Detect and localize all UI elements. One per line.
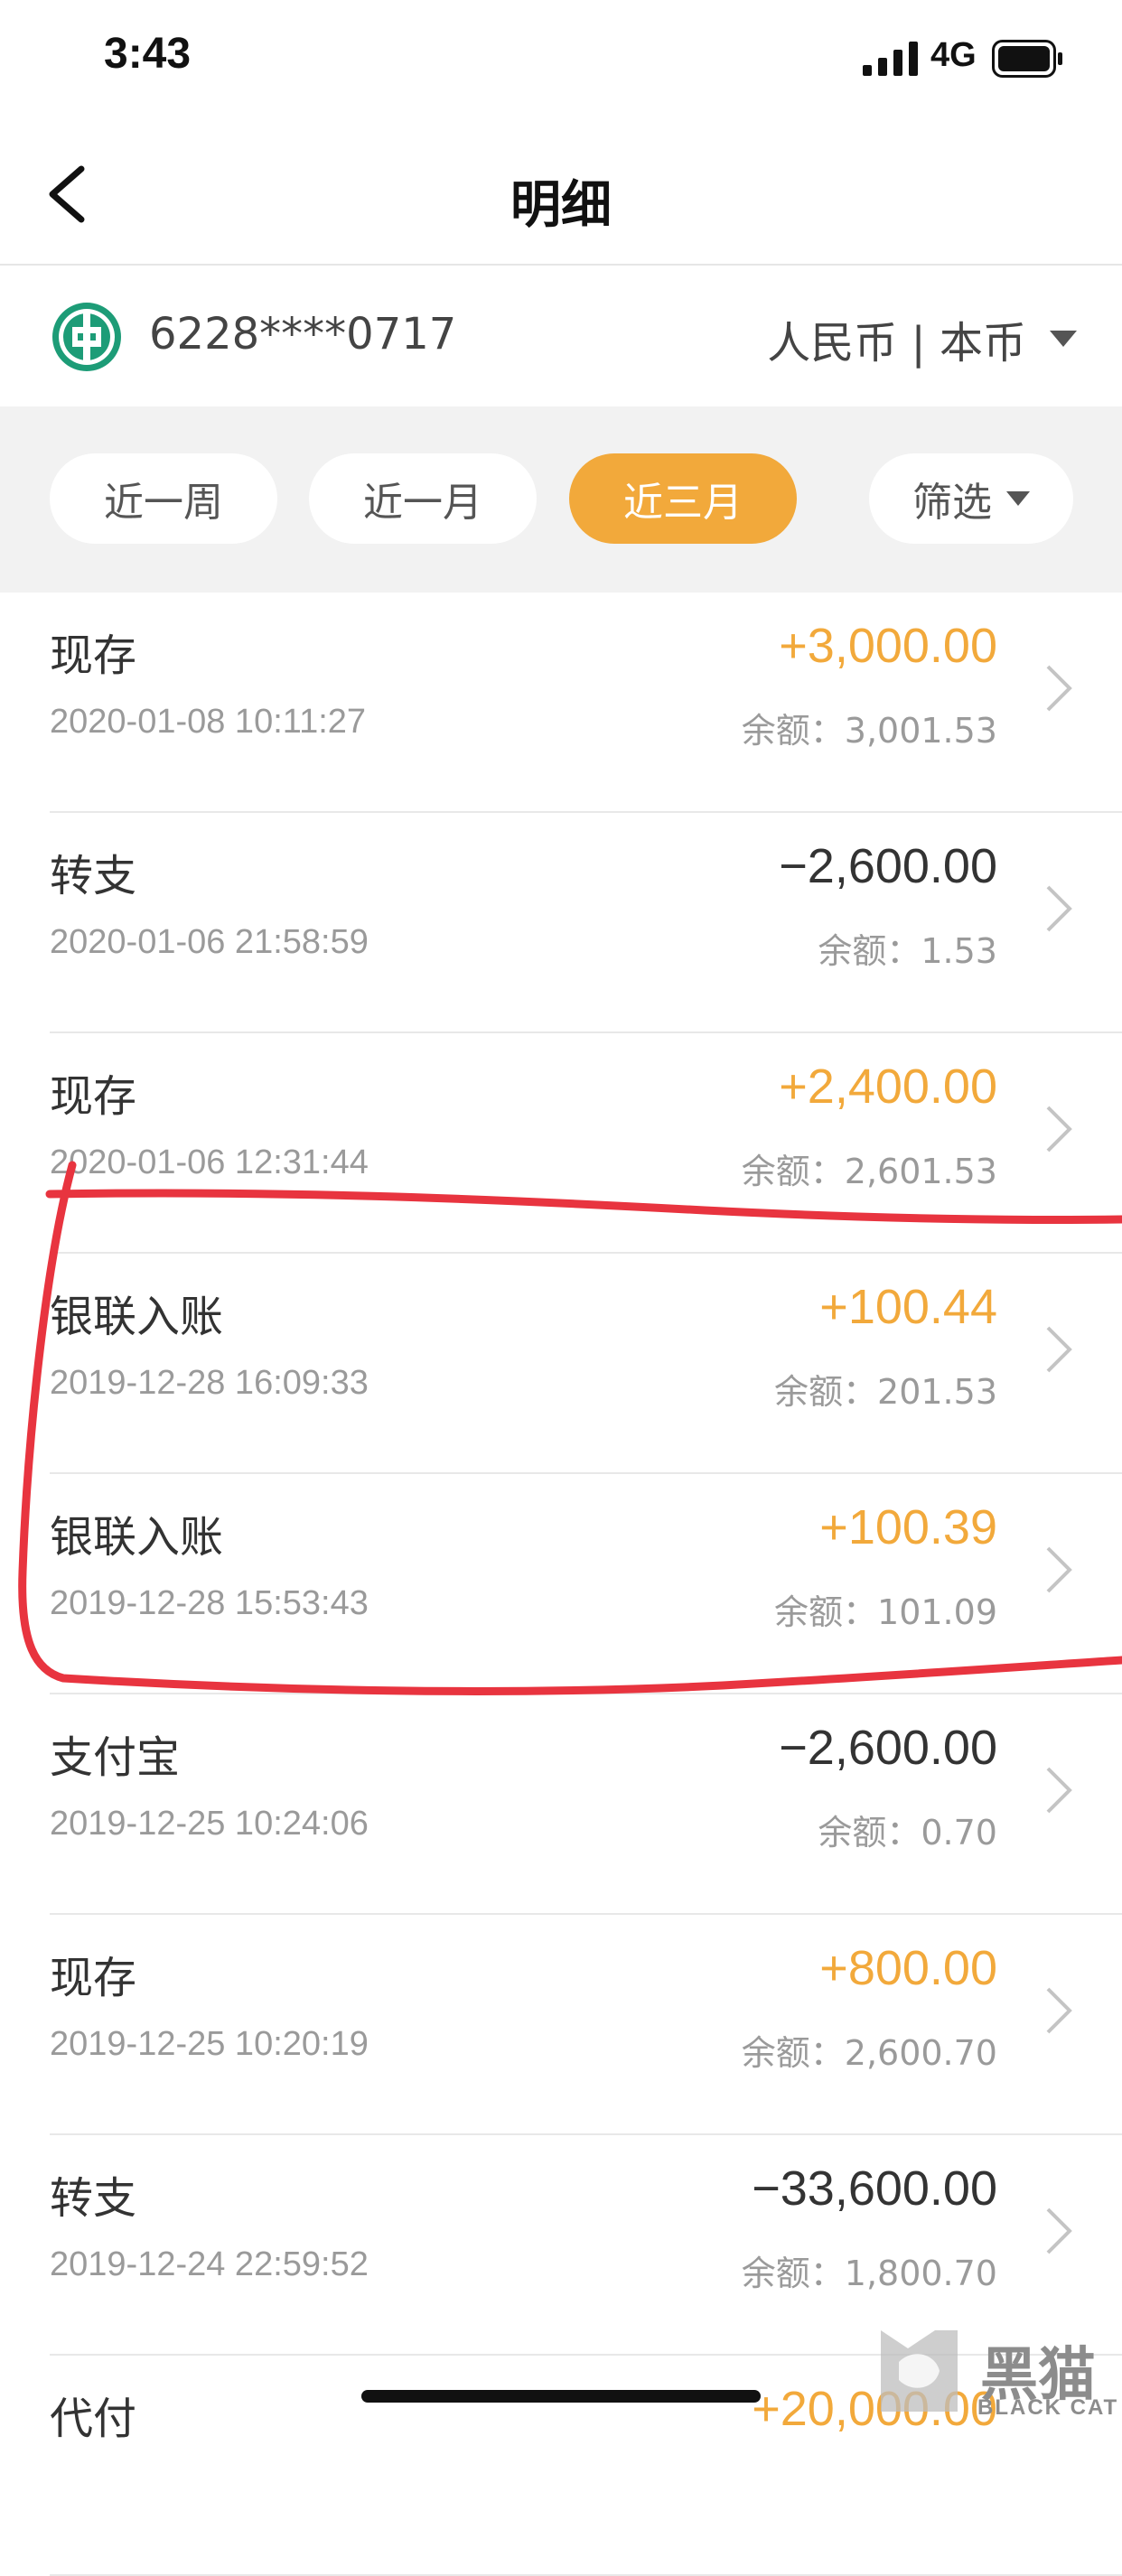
transaction-amount: −2,600.00 xyxy=(779,839,997,893)
chevron-right-icon xyxy=(1046,1987,1072,2034)
transaction-amount: −33,600.00 xyxy=(752,2161,997,2216)
transaction-time: 2020-01-06 21:58:59 xyxy=(50,923,369,961)
transaction-time: 2019-12-28 15:53:43 xyxy=(50,1584,369,1622)
chevron-right-icon xyxy=(1046,1106,1072,1153)
home-indicator xyxy=(361,2390,761,2403)
transaction-balance: 余额：3,001.53 xyxy=(741,711,997,751)
page-title: 明细 xyxy=(510,176,612,235)
transaction-amount: +3,000.00 xyxy=(779,619,997,673)
transaction-time: 2019-12-24 22:59:52 xyxy=(50,2245,369,2283)
signal-icon xyxy=(863,42,918,76)
chevron-right-icon xyxy=(1046,1767,1072,1814)
chevron-right-icon xyxy=(1046,1546,1072,1593)
transaction-time: 2020-01-06 12:31:44 xyxy=(50,1143,369,1181)
transaction-time: 2019-12-28 16:09:33 xyxy=(50,1364,369,1402)
transaction-type: 代付 xyxy=(50,2394,137,2444)
caret-down-icon xyxy=(1050,331,1077,347)
filter-last-month[interactable]: 近一月 xyxy=(309,453,537,544)
transaction-type: 现存 xyxy=(50,630,137,681)
network-label: 4G xyxy=(930,36,977,74)
transaction-type: 现存 xyxy=(50,1953,137,2003)
chevron-right-icon xyxy=(1046,665,1072,712)
transaction-balance: 余额：2,600.70 xyxy=(741,2033,997,2073)
transaction-time: 2019-12-25 10:20:19 xyxy=(50,2025,369,2063)
filter-bar: 近一周 近一月 近三月 筛选 xyxy=(0,406,1122,593)
nav-bar: 明细 xyxy=(0,117,1122,266)
transaction-balance: 余额：1,800.70 xyxy=(741,2254,997,2293)
transaction-type: 银联入账 xyxy=(50,1292,224,1342)
battery-icon xyxy=(992,40,1062,78)
chevron-right-icon xyxy=(1046,1326,1072,1373)
transaction-type: 转支 xyxy=(50,851,137,901)
transaction-type: 银联入账 xyxy=(50,1512,224,1563)
transaction-balance: 余额：101.09 xyxy=(774,1592,997,1632)
status-bar: 3:43 4G xyxy=(0,0,1122,117)
filter-last-week[interactable]: 近一周 xyxy=(50,453,277,544)
transaction-row[interactable]: 现存 2020-01-06 12:31:44 +2,400.00 余额：2,60… xyxy=(0,1033,1122,1254)
caret-down-icon xyxy=(1006,491,1030,506)
transaction-type: 转支 xyxy=(50,2173,137,2224)
transaction-balance: 余额：1.53 xyxy=(818,931,997,971)
watermark-sub: BLACK CAT xyxy=(977,2395,1119,2420)
transaction-row[interactable]: 现存 2020-01-08 10:11:27 +3,000.00 余额：3,00… xyxy=(0,593,1122,813)
bank-logo-icon xyxy=(52,303,121,371)
transaction-balance: 余额：2,601.53 xyxy=(741,1152,997,1191)
transaction-list: 现存 2020-01-08 10:11:27 +3,000.00 余额：3,00… xyxy=(0,593,1122,2576)
filter-label: 筛选 xyxy=(912,480,992,526)
currency-select[interactable]: 人民币 | 本币 xyxy=(767,307,1077,370)
filter-label: 近三月 xyxy=(623,480,743,526)
chevron-right-icon xyxy=(1046,2207,1072,2254)
transaction-amount: +2,400.00 xyxy=(779,1059,997,1114)
transaction-type: 现存 xyxy=(50,1071,137,1122)
filter-label: 近一月 xyxy=(363,480,482,526)
transaction-balance: 余额：201.53 xyxy=(774,1372,997,1412)
transaction-time: 2019-12-25 10:24:06 xyxy=(50,1805,369,1843)
transaction-type: 支付宝 xyxy=(50,1732,181,1783)
status-time: 3:43 xyxy=(104,30,192,78)
transaction-row[interactable]: 现存 2019-12-25 10:20:19 +800.00 余额：2,600.… xyxy=(0,1915,1122,2135)
account-number: 6228****0717 xyxy=(149,309,457,359)
chevron-right-icon xyxy=(1046,885,1072,932)
currency-label: 人民币 | 本币 xyxy=(767,318,1026,369)
transaction-balance: 余额：0.70 xyxy=(818,1813,997,1853)
transaction-amount: +100.44 xyxy=(819,1280,997,1334)
transaction-row[interactable]: 银联入账 2019-12-28 16:09:33 +100.44 余额：201.… xyxy=(0,1254,1122,1474)
filter-last-three-months[interactable]: 近三月 xyxy=(569,453,797,544)
transaction-row[interactable]: 支付宝 2019-12-25 10:24:06 −2,600.00 余额：0.7… xyxy=(0,1694,1122,1915)
account-row: 6228****0717 人民币 | 本币 xyxy=(0,266,1122,406)
transaction-amount: +100.39 xyxy=(819,1500,997,1554)
filter-button[interactable]: 筛选 xyxy=(869,453,1073,544)
transaction-row[interactable]: 转支 2020-01-06 21:58:59 −2,600.00 余额：1.53 xyxy=(0,813,1122,1033)
transaction-time: 2020-01-08 10:11:27 xyxy=(50,703,367,741)
transaction-amount: −2,600.00 xyxy=(779,1721,997,1775)
transaction-row[interactable]: 银联入账 2019-12-28 15:53:43 +100.39 余额：101.… xyxy=(0,1474,1122,1694)
transaction-amount: +800.00 xyxy=(819,1941,997,1995)
filter-label: 近一周 xyxy=(104,480,223,526)
